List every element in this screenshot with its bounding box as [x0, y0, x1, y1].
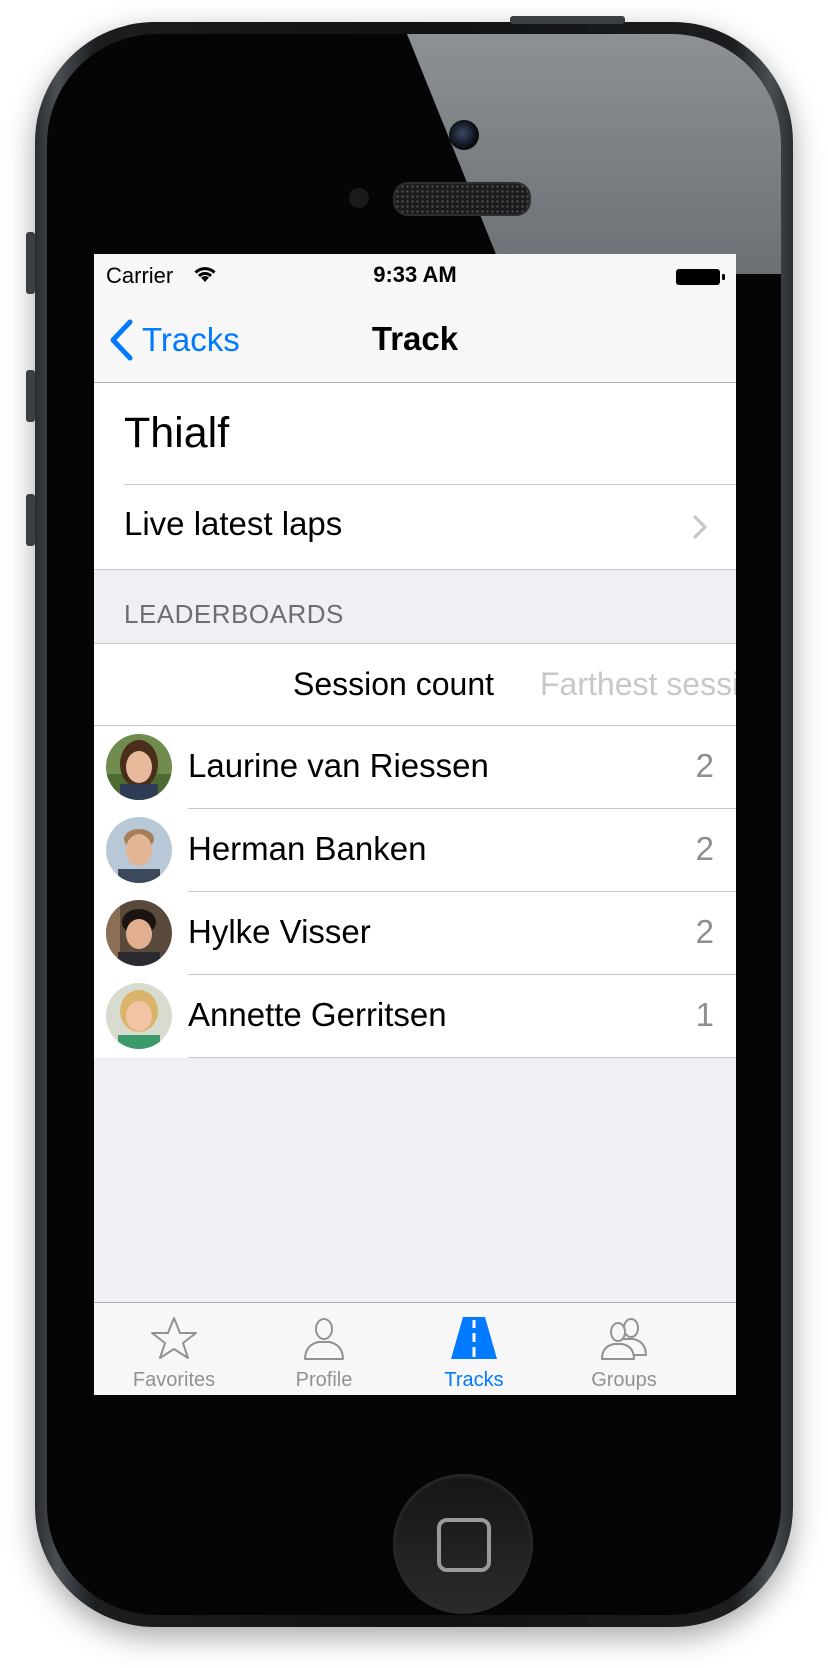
leaderboard-row[interactable]: Hylke Visser 2 — [94, 892, 736, 975]
avatar — [106, 734, 172, 800]
live-latest-laps-row[interactable]: Live latest laps — [94, 485, 736, 569]
person-icon — [304, 1318, 344, 1360]
track-info-group: Thialf Live latest laps — [94, 383, 736, 569]
star-icon — [151, 1317, 197, 1359]
tab-tracks[interactable]: Tracks — [394, 1303, 554, 1395]
leaderboard-row[interactable]: Annette Gerritsen 1 — [94, 975, 736, 1058]
tab-profile[interactable]: Profile — [244, 1303, 404, 1395]
tab-groups[interactable]: Groups — [544, 1303, 704, 1395]
session-count: 2 — [695, 747, 714, 784]
divider — [94, 569, 736, 570]
avatar — [106, 817, 172, 883]
avatar — [106, 983, 172, 1049]
athlete-name: Herman Banken — [188, 830, 427, 867]
status-time: 9:33 AM — [373, 262, 457, 287]
proximity-sensor — [349, 188, 369, 208]
segment-session-count[interactable]: Session count — [293, 666, 494, 703]
navigation-bar: Tracks Track — [94, 298, 736, 383]
glare — [407, 34, 781, 274]
power-button — [510, 16, 625, 24]
road-icon — [451, 1317, 497, 1359]
status-bar: Carrier 9:33 AM — [94, 254, 736, 298]
leaderboard-row[interactable]: Laurine van Riessen 2 — [94, 726, 736, 809]
tab-bar: Favorites Profile Tracks Groups — [94, 1302, 736, 1395]
session-count: 1 — [695, 996, 714, 1033]
page-title: Track — [371, 320, 459, 357]
home-square-icon — [437, 1518, 491, 1572]
mute-switch — [26, 232, 35, 294]
track-name: Thialf — [124, 409, 230, 457]
chevron-right-icon — [693, 515, 707, 539]
athlete-name: Hylke Visser — [188, 913, 371, 950]
home-button[interactable] — [393, 1474, 533, 1614]
segment-farthest-session[interactable]: Farthest session — [540, 666, 736, 703]
session-count: 2 — [695, 913, 714, 950]
section-header: LEADERBOARDS — [124, 599, 344, 629]
front-camera — [449, 120, 479, 150]
athlete-name: Laurine van Riessen — [188, 747, 489, 784]
live-latest-laps-label: Live latest laps — [124, 505, 343, 542]
leaderboard-table: Session count Farthest session Laurine v… — [94, 643, 736, 1058]
athlete-name: Annette Gerritsen — [188, 996, 447, 1033]
group-icon — [601, 1318, 647, 1360]
battery-icon — [676, 269, 725, 285]
tab-label: Groups — [591, 1369, 657, 1391]
app-screen: Carrier 9:33 AM Tracks Track Thialf Live… — [94, 254, 736, 1395]
tab-favorites[interactable]: Favorites — [94, 1303, 254, 1395]
volume-up-button — [26, 370, 35, 422]
session-count: 2 — [695, 830, 714, 867]
tab-label: Tracks — [444, 1369, 504, 1391]
tab-label: Profile — [295, 1369, 353, 1391]
leaderboard-row[interactable]: Herman Banken 2 — [94, 809, 736, 892]
volume-down-button — [26, 494, 35, 546]
earpiece-speaker — [393, 182, 531, 216]
divider — [188, 1057, 736, 1058]
tab-label: Favorites — [132, 1369, 216, 1391]
avatar — [106, 900, 172, 966]
leaderboard-segment-control: Session count Farthest session — [94, 644, 736, 726]
